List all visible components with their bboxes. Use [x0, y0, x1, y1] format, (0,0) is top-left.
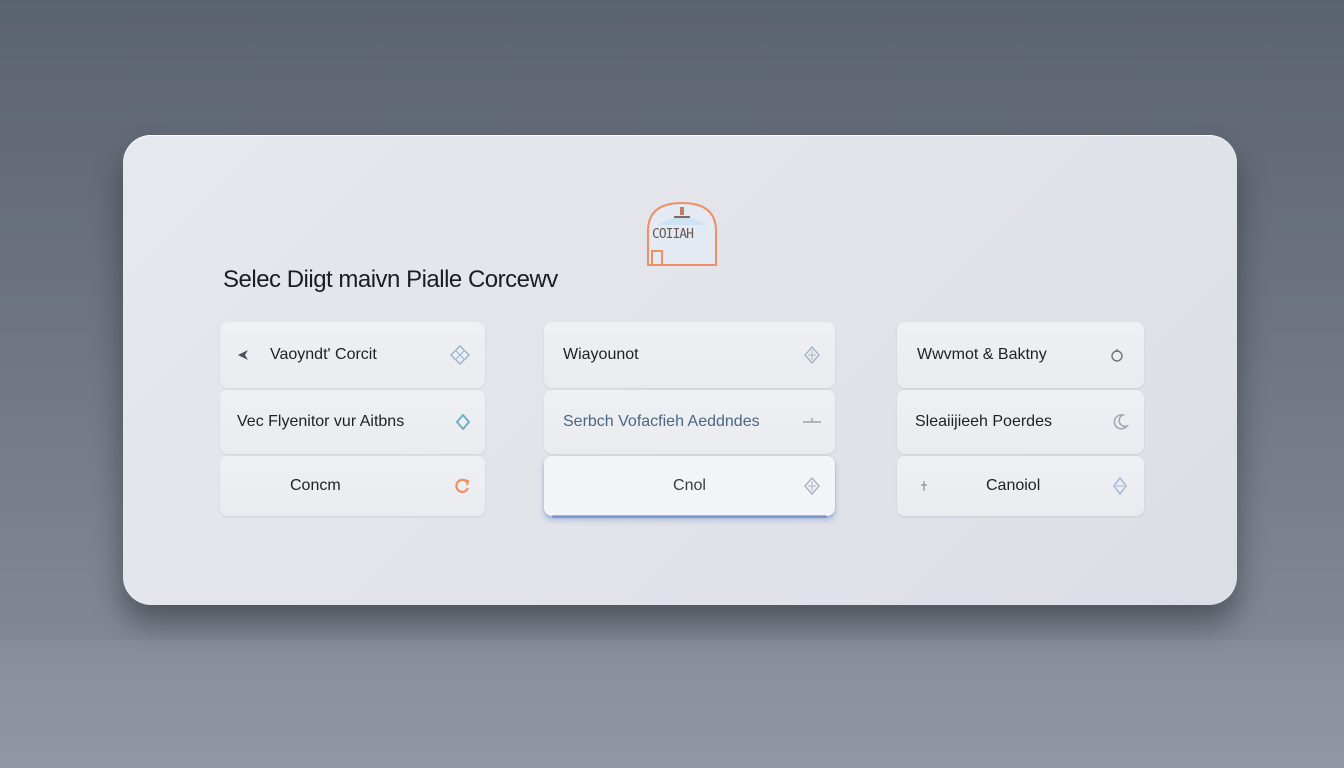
- option-label: Canoiol: [986, 477, 1041, 494]
- option-card-1-3[interactable]: Concm: [220, 456, 485, 516]
- option-label: Wiayounot: [563, 346, 639, 363]
- app-logo: COIIAH: [644, 201, 720, 267]
- option-label: Concm: [290, 477, 341, 494]
- option-card-1-1[interactable]: Vaoyndt' Corcit: [220, 322, 485, 388]
- option-label: Serbch Vofacfieh Aeddndes: [563, 413, 760, 430]
- option-card-2-3[interactable]: Cnol: [544, 456, 835, 518]
- option-card-3-1[interactable]: Wwvmot & Baktny: [897, 322, 1144, 388]
- refresh-icon: [455, 478, 470, 493]
- option-card-3-2[interactable]: Sleaiijieeh Poerdes: [897, 390, 1144, 454]
- option-card-2-2[interactable]: Serbch Vofacfieh Aeddndes: [544, 390, 835, 454]
- option-label: Wwvmot & Baktny: [917, 346, 1047, 363]
- dialog-panel: COIIAH Selec Diigt maivn Pialle Corcewv …: [123, 135, 1237, 605]
- pin-icon: [921, 481, 927, 491]
- option-label: Cnol: [673, 477, 706, 494]
- dialog-title: Selec Diigt maivn Pialle Corcewv: [223, 266, 558, 293]
- chevron-left-icon: [238, 350, 248, 360]
- option-label: Vec Flyenitor vur Aitbns: [237, 413, 405, 430]
- moon-icon: [1113, 414, 1130, 430]
- option-card-2-1[interactable]: Wiayounot: [544, 322, 835, 388]
- gem-icon: [804, 346, 820, 364]
- circle-icon: [1111, 349, 1123, 362]
- gem-icon: [804, 477, 820, 495]
- gem-icon: [1113, 477, 1127, 495]
- background-floor: [0, 640, 1344, 768]
- diamond-icon: [455, 414, 471, 430]
- option-label: Vaoyndt' Corcit: [270, 346, 377, 363]
- logo-text: COIIAH: [652, 227, 694, 242]
- option-label: Sleaiijieeh Poerdes: [915, 413, 1052, 430]
- option-card-1-2[interactable]: Vec Flyenitor vur Aitbns: [220, 390, 485, 454]
- minus-icon: [803, 418, 821, 423]
- diamond-outline-icon: [449, 344, 471, 366]
- option-card-3-3[interactable]: Canoiol: [897, 456, 1144, 516]
